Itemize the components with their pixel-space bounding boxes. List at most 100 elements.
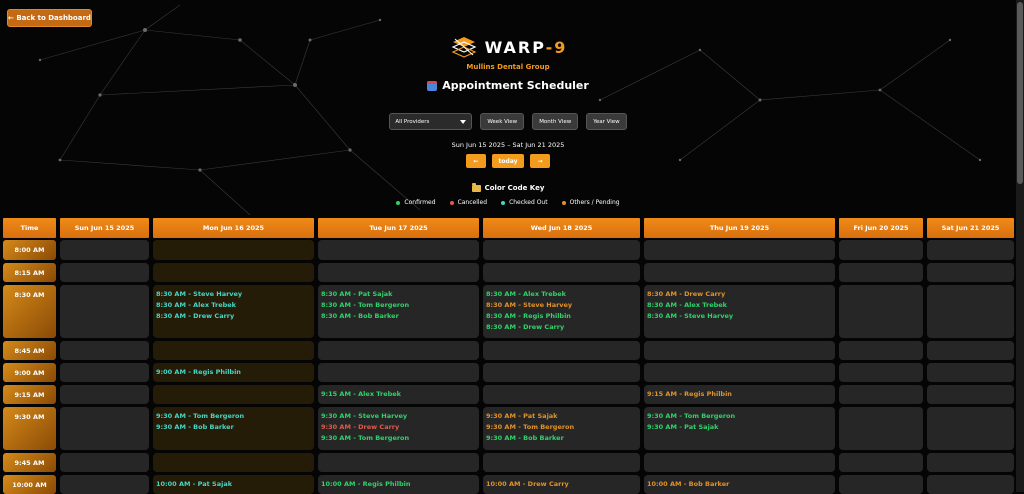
back-to-dashboard-button[interactable]: ← Back to Dashboard [7,9,92,27]
schedule-slot[interactable] [60,240,149,260]
schedule-slot[interactable] [644,363,835,382]
schedule-slot[interactable] [927,263,1014,282]
schedule-slot[interactable] [60,363,149,382]
schedule-slot[interactable]: 9:30 AM - Pat Sajak 9:30 AM - Tom Bergero… [483,407,640,450]
appointment-entry[interactable]: 8:30 AM - Alex Trebek [486,289,637,300]
schedule-slot[interactable] [318,363,479,382]
schedule-slot[interactable] [483,341,640,360]
schedule-slot[interactable] [318,453,479,472]
schedule-slot[interactable] [927,385,1014,404]
schedule-slot[interactable]: 8:30 AM - Steve Harvey 8:30 AM - Alex Tre… [153,285,314,338]
appointment-entry[interactable]: 9:15 AM - Regis Philbin [647,389,832,400]
schedule-slot[interactable] [153,240,314,260]
schedule-slot[interactable] [839,240,923,260]
schedule-slot[interactable] [60,285,149,338]
schedule-slot[interactable] [483,263,640,282]
prev-week-button[interactable]: ← [466,154,486,168]
appointment-entry[interactable]: 8:30 AM - Drew Carry [647,289,832,300]
schedule-slot[interactable] [927,453,1014,472]
schedule-slot[interactable] [483,240,640,260]
schedule-slot[interactable] [483,385,640,404]
page-scrollbar[interactable] [1016,0,1024,492]
schedule-slot[interactable] [644,341,835,360]
schedule-slot[interactable]: 10:00 AM - Pat Sajak [153,475,314,494]
schedule-slot[interactable] [60,453,149,472]
provider-select[interactable]: All Providers [389,113,473,130]
appointment-entry[interactable]: 8:30 AM - Drew Carry [156,311,311,322]
schedule-slot[interactable] [60,407,149,450]
schedule-slot[interactable] [839,341,923,360]
appointment-entry[interactable]: 9:30 AM - Tom Bergeron [321,433,476,444]
schedule-slot[interactable]: 8:30 AM - Pat Sajak 8:30 AM - Tom Bergero… [318,285,479,338]
schedule-slot[interactable] [839,263,923,282]
appointment-entry[interactable]: 9:30 AM - Tom Bergeron [156,411,311,422]
appointment-entry[interactable]: 8:30 AM - Regis Philbin [486,311,637,322]
appointment-entry[interactable]: 8:30 AM - Steve Harvey [647,311,832,322]
appointment-entry[interactable]: 9:30 AM - Drew Carry [321,422,476,433]
appointment-entry[interactable]: 9:30 AM - Pat Sajak [647,422,832,433]
appointment-entry[interactable]: 8:30 AM - Alex Trebek [156,300,311,311]
appointment-entry[interactable]: 9:30 AM - Bob Barker [486,433,637,444]
appointment-entry[interactable]: 8:30 AM - Alex Trebek [647,300,832,311]
schedule-slot[interactable] [153,263,314,282]
schedule-slot[interactable] [153,341,314,360]
schedule-slot[interactable] [153,385,314,404]
schedule-slot[interactable]: 10:00 AM - Regis Philbin [318,475,479,494]
appointment-entry[interactable]: 8:30 AM - Steve Harvey [156,289,311,300]
appointment-entry[interactable]: 8:30 AM - Drew Carry [486,322,637,333]
appointment-entry[interactable]: 10:00 AM - Pat Sajak [156,479,311,490]
schedule-slot[interactable] [644,263,835,282]
schedule-slot[interactable] [318,341,479,360]
schedule-slot[interactable] [927,407,1014,450]
appointment-entry[interactable]: 9:30 AM - Tom Bergeron [486,422,637,433]
month-view-button[interactable]: Month View [532,113,579,130]
schedule-slot[interactable] [927,341,1014,360]
schedule-slot[interactable] [839,407,923,450]
schedule-slot[interactable] [60,475,149,494]
appointment-entry[interactable]: 10:00 AM - Regis Philbin [321,479,476,490]
week-view-button[interactable]: Week View [480,113,525,130]
schedule-slot[interactable]: 9:30 AM - Tom Bergeron 9:30 AM - Pat Saja… [644,407,835,450]
schedule-slot[interactable] [60,263,149,282]
schedule-slot[interactable]: 9:00 AM - Regis Philbin [153,363,314,382]
schedule-slot[interactable]: 9:30 AM - Steve Harvey 9:30 AM - Drew Car… [318,407,479,450]
schedule-slot[interactable] [318,263,479,282]
schedule-slot[interactable] [927,363,1014,382]
schedule-slot[interactable] [927,475,1014,494]
schedule-slot[interactable] [483,453,640,472]
today-button[interactable]: today [492,154,524,168]
schedule-slot[interactable] [483,363,640,382]
schedule-slot[interactable] [644,453,835,472]
schedule-slot[interactable] [927,285,1014,338]
schedule-slot[interactable] [318,240,479,260]
schedule-slot[interactable]: 9:30 AM - Tom Bergeron 9:30 AM - Bob Bark… [153,407,314,450]
appointment-entry[interactable]: 8:30 AM - Steve Harvey [486,300,637,311]
appointment-entry[interactable]: 8:30 AM - Pat Sajak [321,289,476,300]
appointment-entry[interactable]: 9:30 AM - Pat Sajak [486,411,637,422]
appointment-entry[interactable]: 8:30 AM - Tom Bergeron [321,300,476,311]
schedule-slot[interactable] [839,285,923,338]
appointment-entry[interactable]: 8:30 AM - Bob Barker [321,311,476,322]
appointment-entry[interactable]: 9:30 AM - Tom Bergeron [647,411,832,422]
schedule-slot[interactable] [60,341,149,360]
schedule-slot[interactable]: 8:30 AM - Alex Trebek 8:30 AM - Steve Har… [483,285,640,338]
appointment-entry[interactable]: 10:00 AM - Bob Barker [647,479,832,490]
appointment-entry[interactable]: 9:15 AM - Alex Trebek [321,389,476,400]
schedule-slot[interactable]: 8:30 AM - Drew Carry 8:30 AM - Alex Trebe… [644,285,835,338]
schedule-slot[interactable] [839,363,923,382]
next-week-button[interactable]: → [530,154,550,168]
appointment-entry[interactable]: 9:30 AM - Bob Barker [156,422,311,433]
schedule-slot[interactable] [839,475,923,494]
schedule-slot[interactable]: 10:00 AM - Drew Carry [483,475,640,494]
schedule-slot[interactable]: 9:15 AM - Regis Philbin [644,385,835,404]
schedule-slot[interactable] [839,453,923,472]
appointment-entry[interactable]: 9:30 AM - Steve Harvey [321,411,476,422]
appointment-entry[interactable]: 10:00 AM - Drew Carry [486,479,637,490]
schedule-slot[interactable] [644,240,835,260]
schedule-slot[interactable] [927,240,1014,260]
schedule-slot[interactable]: 9:15 AM - Alex Trebek [318,385,479,404]
year-view-button[interactable]: Year View [586,113,627,130]
schedule-slot[interactable] [153,453,314,472]
appointment-entry[interactable]: 9:00 AM - Regis Philbin [156,367,311,378]
schedule-slot[interactable] [839,385,923,404]
